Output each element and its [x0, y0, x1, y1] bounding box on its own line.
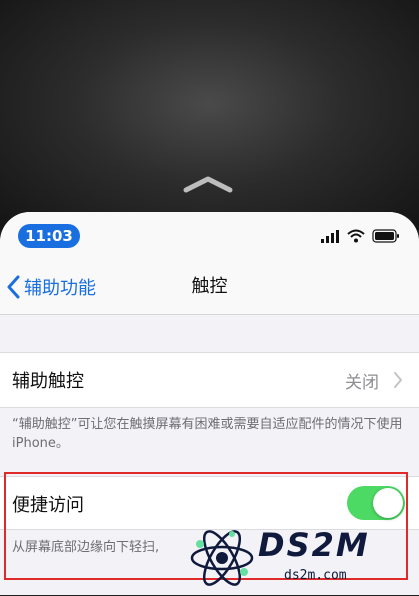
wifi-icon [347, 229, 365, 243]
status-bar: 11:03 [0, 212, 419, 260]
assistive-touch-row[interactable]: 辅助触控 关闭 [0, 352, 419, 408]
watermark: DS2M ds2m.com [188, 522, 416, 592]
navigation-bar: 辅助功能 触控 [0, 260, 419, 315]
signal-icon [321, 230, 339, 243]
assistive-touch-label: 辅助触控 [12, 371, 84, 392]
assistive-touch-value: 关闭 [345, 373, 379, 393]
page-title: 触控 [191, 276, 228, 297]
status-time[interactable]: 11:03 [18, 224, 80, 248]
battery-icon [372, 229, 399, 243]
assistive-touch-footnote: “辅助触控”可让您在触摸屏幕有困难或需要自适应配件的情况下使用iPhone。 [12, 417, 403, 451]
chevron-right-icon [394, 372, 402, 388]
chevron-up-icon[interactable] [182, 174, 234, 194]
atom-logo-icon [190, 530, 254, 586]
home-indicator-backdrop [0, 0, 419, 230]
watermark-main: DS2M [258, 526, 370, 564]
watermark-sub: ds2m.com [284, 568, 347, 583]
